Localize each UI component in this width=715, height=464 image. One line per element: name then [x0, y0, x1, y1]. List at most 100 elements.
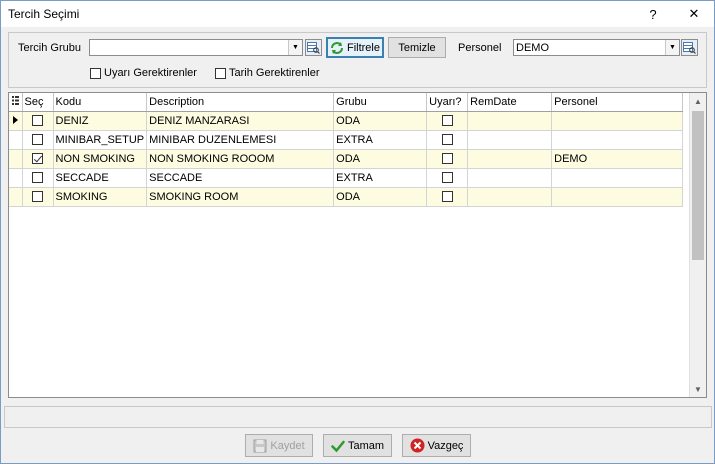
scroll-thumb[interactable]	[692, 111, 704, 260]
uyari-checkbox[interactable]	[441, 134, 453, 146]
header-row: Seç Kodu Description Grubu Uyarı? RemDat…	[9, 93, 684, 112]
vazgec-button[interactable]: Vazgeç	[402, 434, 471, 457]
kodu-cell[interactable]: SMOKING	[53, 187, 148, 207]
sec-cell[interactable]	[22, 168, 54, 188]
personel-cell[interactable]: DEMO	[551, 149, 684, 169]
uyari-cell[interactable]	[426, 168, 469, 188]
tercih-grubu-label: Tercih Grubu	[18, 42, 81, 54]
table-row[interactable]: SMOKING SMOKING ROOM ODA	[9, 187, 684, 207]
uyari-checkbox[interactable]	[441, 115, 453, 127]
cancel-icon	[410, 438, 425, 453]
window-title: Tercih Seçimi	[8, 7, 80, 21]
chevron-down-icon[interactable]: ▼	[288, 40, 302, 55]
grubu-cell[interactable]: EXTRA	[333, 130, 428, 150]
kaydet-button[interactable]: Kaydet	[245, 434, 313, 457]
col-header-kodu[interactable]: Kodu	[53, 93, 148, 112]
column-chooser-icon[interactable]	[9, 93, 23, 112]
filtrele-label: Filtrele	[346, 41, 380, 54]
uyari-cell[interactable]	[426, 130, 469, 150]
table-row[interactable]: MINIBAR_SETUP MINIBAR DUZENLEMESI EXTRA	[9, 130, 684, 150]
uyari-gerektirenler-checkbox[interactable]: Uyarı Gerektirenler	[90, 67, 197, 79]
description-cell[interactable]: SMOKING ROOM	[146, 187, 335, 207]
description-cell[interactable]: NON SMOKING ROOOM	[146, 149, 335, 169]
personel-cell[interactable]	[551, 168, 684, 188]
uyari-gerektirenler-label: Uyarı Gerektirenler	[104, 67, 197, 79]
lookup-grid-icon	[307, 41, 320, 54]
description-cell[interactable]: MINIBAR DUZENLEMESI	[146, 130, 335, 150]
dialog-window: Tercih Seçimi ? ✕ Tercih Grubu ▼ Filtrel…	[0, 0, 715, 464]
current-row-arrow-icon	[12, 115, 18, 124]
grubu-cell[interactable]: EXTRA	[333, 168, 428, 188]
kodu-cell[interactable]: DENIZ	[53, 111, 148, 131]
personel-combo[interactable]: DEMO ▼	[513, 39, 680, 56]
uyari-checkbox[interactable]	[441, 191, 453, 203]
sec-cell[interactable]	[22, 149, 54, 169]
help-button[interactable]: ?	[633, 1, 673, 27]
kodu-cell[interactable]: MINIBAR_SETUP	[53, 130, 148, 150]
remdate-cell[interactable]	[467, 130, 553, 150]
table-row[interactable]: SECCADE SECCADE EXTRA	[9, 168, 684, 188]
sec-checkbox[interactable]	[32, 191, 43, 203]
personel-cell[interactable]	[551, 187, 684, 207]
remdate-cell[interactable]	[467, 168, 553, 188]
sec-cell[interactable]	[22, 187, 54, 207]
tarih-gerektirenler-checkbox[interactable]: Tarih Gerektirenler	[215, 67, 319, 79]
tarih-checkbox-box[interactable]	[215, 67, 226, 79]
description-cell[interactable]: DENIZ MANZARASI	[146, 111, 335, 131]
sec-checkbox[interactable]	[32, 172, 43, 184]
col-header-grubu[interactable]: Grubu	[333, 93, 428, 112]
uyari-checkbox[interactable]	[441, 172, 453, 184]
col-header-sec[interactable]: Seç	[22, 93, 54, 112]
save-icon	[253, 439, 267, 452]
scroll-down-icon[interactable]: ▼	[690, 381, 706, 397]
personel-value: DEMO	[516, 42, 549, 54]
kaydet-label: Kaydet	[270, 439, 305, 452]
sec-checkbox[interactable]	[32, 153, 43, 165]
refresh-icon	[330, 41, 343, 54]
tercih-grid[interactable]: Seç Kodu Description Grubu Uyarı? RemDat…	[8, 92, 707, 398]
tercih-table: Seç Kodu Description Grubu Uyarı? RemDat…	[9, 93, 684, 207]
uyari-cell[interactable]	[426, 187, 469, 207]
personel-cell[interactable]	[551, 111, 684, 131]
remdate-cell[interactable]	[467, 111, 553, 131]
sec-cell[interactable]	[22, 111, 54, 131]
sec-cell[interactable]	[22, 130, 54, 150]
col-header-uyari[interactable]: Uyarı?	[426, 93, 469, 112]
tercih-grubu-lookup-button[interactable]	[305, 39, 322, 56]
close-button[interactable]: ✕	[674, 1, 714, 27]
title-bar[interactable]: Tercih Seçimi ? ✕	[1, 1, 714, 27]
uyari-checkbox[interactable]	[441, 153, 453, 165]
vertical-scrollbar[interactable]: ▲ ▼	[689, 93, 706, 397]
lookup-grid-icon	[683, 41, 696, 54]
tamam-button[interactable]: Tamam	[323, 434, 392, 457]
col-header-description[interactable]: Description	[146, 93, 335, 112]
table-row[interactable]: NON SMOKING NON SMOKING ROOOM ODA DEMO	[9, 149, 684, 169]
col-header-personel[interactable]: Personel	[551, 93, 684, 112]
filtrele-button[interactable]: Filtrele	[326, 37, 384, 58]
grubu-cell[interactable]: ODA	[333, 187, 428, 207]
uyari-cell[interactable]	[426, 111, 469, 131]
sec-checkbox[interactable]	[32, 134, 43, 146]
grubu-cell[interactable]: ODA	[333, 149, 428, 169]
grubu-cell[interactable]: ODA	[333, 111, 428, 131]
remdate-cell[interactable]	[467, 149, 553, 169]
kodu-cell[interactable]: SECCADE	[53, 168, 148, 188]
temizle-label: Temizle	[398, 41, 436, 54]
sec-checkbox[interactable]	[32, 115, 43, 127]
kodu-cell[interactable]: NON SMOKING	[53, 149, 148, 169]
personel-lookup-button[interactable]	[681, 39, 698, 56]
status-bar	[4, 406, 712, 428]
table-row[interactable]: DENIZ DENIZ MANZARASI ODA	[9, 111, 684, 131]
chevron-down-icon[interactable]: ▼	[665, 40, 679, 55]
row-indicator	[9, 130, 23, 150]
col-header-remdate[interactable]: RemDate	[467, 93, 553, 112]
description-cell[interactable]: SECCADE	[146, 168, 335, 188]
tercih-grubu-combo[interactable]: ▼	[89, 39, 303, 56]
temizle-button[interactable]: Temizle	[388, 37, 446, 58]
tarih-gerektirenler-label: Tarih Gerektirenler	[229, 67, 320, 79]
scroll-up-icon[interactable]: ▲	[690, 93, 706, 109]
personel-cell[interactable]	[551, 130, 684, 150]
remdate-cell[interactable]	[467, 187, 553, 207]
uyari-checkbox-box[interactable]	[90, 67, 101, 79]
uyari-cell[interactable]	[426, 149, 469, 169]
